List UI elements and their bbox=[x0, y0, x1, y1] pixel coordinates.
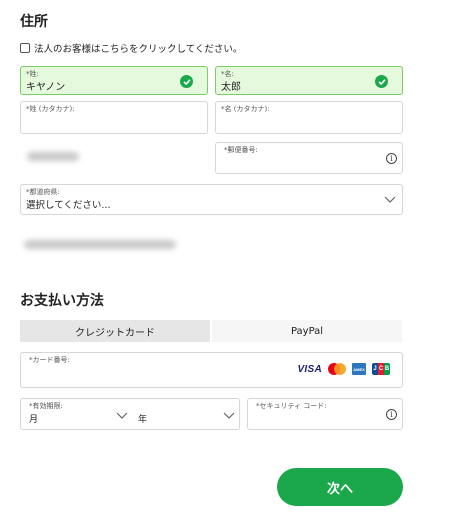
postal-code-field[interactable]: *郵便番号: i bbox=[215, 142, 403, 174]
tab-credit-card[interactable]: クレジットカード bbox=[20, 320, 210, 342]
mastercard-icon bbox=[328, 363, 346, 375]
last-name-kana-label: *姓 (カタカナ): bbox=[26, 105, 75, 113]
checkmark-icon bbox=[375, 75, 388, 88]
chevron-down-icon bbox=[384, 196, 396, 203]
chevron-down-icon bbox=[223, 412, 235, 419]
info-icon[interactable]: i bbox=[386, 153, 397, 164]
redacted-text bbox=[27, 152, 79, 161]
prefecture-label: *都道府県: bbox=[26, 188, 60, 196]
jcb-icon: J C B bbox=[372, 363, 390, 375]
card-number-label: *カード番号: bbox=[29, 356, 70, 364]
amex-icon: AMEX bbox=[352, 363, 366, 375]
expiry-field[interactable]: *有効期限: 月 年 bbox=[20, 398, 240, 430]
expiry-label: *有効期限: bbox=[29, 402, 63, 410]
card-brands: VISA AMEX J C B bbox=[297, 363, 390, 375]
corporate-checkbox-label: 法人のお客様はこちらをクリックしてください。 bbox=[34, 44, 243, 55]
expiry-year-select[interactable]: 年 bbox=[138, 412, 147, 425]
tab-paypal[interactable]: PayPal bbox=[212, 320, 402, 342]
checkmark-icon bbox=[180, 75, 193, 88]
info-icon[interactable]: i bbox=[386, 409, 397, 420]
card-number-field[interactable]: *カード番号: VISA AMEX J C B bbox=[20, 352, 403, 388]
prefecture-value: 選択してください... bbox=[26, 200, 111, 211]
corporate-checkbox-row[interactable]: 法人のお客様はこちらをクリックしてください。 bbox=[20, 41, 242, 55]
chevron-down-icon bbox=[116, 412, 128, 419]
first-name-kana-field[interactable]: *名 (カタカナ): bbox=[215, 101, 403, 134]
address-heading: 住所 bbox=[20, 14, 48, 30]
prefecture-select[interactable]: *都道府県: 選択してください... bbox=[20, 184, 403, 215]
last-name-kana-field[interactable]: *姓 (カタカナ): bbox=[20, 101, 208, 134]
security-code-field[interactable]: *セキュリティ コード: i bbox=[247, 398, 403, 430]
next-button[interactable]: 次へ bbox=[277, 468, 403, 506]
expiry-month-select[interactable]: 月 bbox=[29, 412, 38, 425]
last-name-field[interactable]: *姓: キヤノン bbox=[20, 66, 208, 95]
security-code-label: *セキュリティ コード: bbox=[256, 402, 327, 410]
first-name-value: 太郎 bbox=[221, 82, 241, 93]
last-name-value: キヤノン bbox=[26, 82, 66, 93]
visa-icon: VISA bbox=[297, 363, 322, 375]
first-name-kana-label: *名 (カタカナ): bbox=[221, 105, 270, 113]
postal-code-label: *郵便番号: bbox=[224, 146, 258, 154]
first-name-field[interactable]: *名: 太郎 bbox=[215, 66, 403, 95]
redacted-text bbox=[24, 240, 176, 249]
corporate-checkbox[interactable] bbox=[20, 43, 30, 53]
payment-heading: お支払い方法 bbox=[20, 293, 104, 309]
